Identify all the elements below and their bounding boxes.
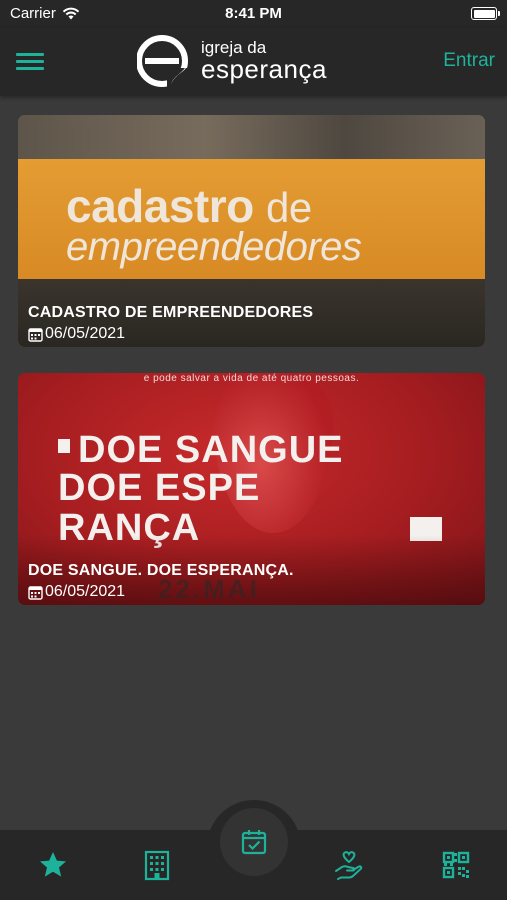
card-image-top bbox=[18, 115, 485, 159]
logo-e-icon bbox=[137, 35, 189, 88]
login-button[interactable]: Entrar bbox=[443, 50, 495, 72]
post-card[interactable]: cadastro de empreendedores CADASTRO DE E… bbox=[18, 115, 485, 347]
hamburger-icon-line bbox=[16, 67, 44, 70]
tab-church[interactable] bbox=[141, 849, 173, 881]
calendar-check-icon bbox=[241, 830, 267, 855]
star-icon bbox=[40, 852, 66, 877]
church-logo: igreja da esperança bbox=[137, 34, 357, 90]
tab-donations[interactable] bbox=[333, 849, 365, 881]
post-date-text: 06/05/2021 bbox=[45, 583, 126, 600]
banner-subheading: empreendedores bbox=[66, 225, 362, 269]
hamburger-icon bbox=[16, 53, 44, 56]
building-icon bbox=[144, 850, 170, 881]
hand-heart-icon bbox=[335, 851, 363, 880]
tab-events[interactable] bbox=[220, 808, 288, 876]
banner-heading-word-light: de bbox=[266, 184, 312, 231]
post-card[interactable]: e pode salvar a vida de até quatro pesso… bbox=[18, 373, 485, 605]
banner-line-2: DOE ESPE bbox=[58, 467, 261, 509]
post-date-text: 06/05/2021 bbox=[45, 325, 126, 342]
post-date: 06/05/2021 bbox=[28, 583, 294, 601]
card-banner: cadastro de empreendedores bbox=[18, 159, 485, 279]
hamburger-icon-line bbox=[16, 60, 44, 63]
banner-caption: e pode salvar a vida de até quatro pesso… bbox=[143, 373, 360, 384]
banner-line-1: DOE SANGUE bbox=[78, 429, 344, 471]
post-title: DOE SANGUE. DOE ESPERANÇA. bbox=[28, 562, 294, 579]
post-date: 06/05/2021 bbox=[28, 325, 313, 343]
tab-highlights[interactable] bbox=[37, 849, 69, 881]
calendar-icon bbox=[28, 327, 43, 342]
tab-qr-code[interactable] bbox=[440, 849, 472, 881]
news-feed: cadastro de empreendedores CADASTRO DE E… bbox=[18, 115, 485, 631]
status-time: 8:41 PM bbox=[225, 5, 282, 22]
top-navigation-bar: igreja da esperança Entrar bbox=[0, 28, 507, 96]
menu-button[interactable] bbox=[14, 48, 46, 76]
post-title: CADASTRO DE EMPREENDEDORES bbox=[28, 304, 314, 321]
card-info: DOE SANGUE. DOE ESPERANÇA. 06/05/2021 bbox=[28, 562, 294, 601]
banner-decoration bbox=[58, 439, 70, 453]
qr-code-icon bbox=[442, 851, 470, 879]
status-bar: Carrier 8:41 PM bbox=[0, 0, 507, 28]
card-info: CADASTRO DE EMPREENDEDORES 06/05/2021 bbox=[28, 304, 313, 343]
calendar-icon bbox=[28, 585, 43, 600]
battery-icon bbox=[471, 7, 500, 20]
logo-text-main: esperança bbox=[201, 54, 327, 84]
